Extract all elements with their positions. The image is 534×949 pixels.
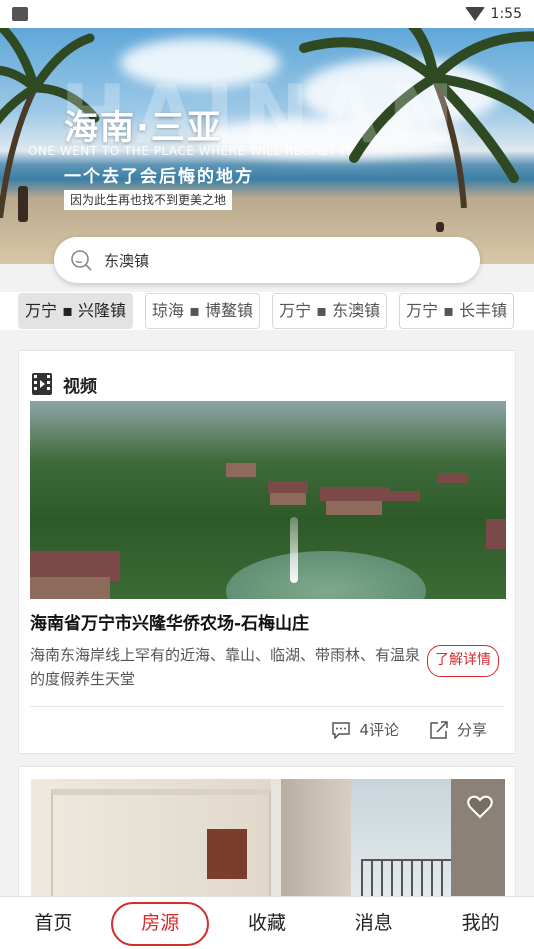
section-label: 视频: [63, 376, 97, 397]
tab-label: 首页: [34, 912, 73, 934]
tab-favorites[interactable]: 收藏: [214, 897, 321, 949]
active-tab-highlight: [111, 902, 210, 946]
share-label: 分享: [456, 721, 487, 739]
sim-card-icon: [12, 7, 28, 21]
wifi-icon: [464, 7, 485, 21]
search-icon: [71, 250, 92, 271]
film-icon: [32, 373, 52, 395]
beach-person: [18, 186, 28, 222]
hero-tagline: 因为此生再也找不到更美之地: [64, 190, 233, 210]
card-description: 海南东海岸线上罕有的近海、靠山、临湖、带雨林、有温泉的度假养生天堂: [30, 646, 421, 688]
comment-button[interactable]: 4评论: [331, 719, 399, 740]
tab-label: 消息: [354, 912, 393, 934]
status-bar: 1:55: [0, 0, 534, 28]
video-card: 视频 海南省万宁市兴隆华侨农场-石梅山庄 海南东海岸线上罕有的近海、靠山、临湖、…: [18, 350, 516, 754]
hero-banner[interactable]: HAINAN 海南·三亚 ONE WENT TO THE PLACE WHERE…: [0, 28, 534, 264]
bottom-tab-bar: 首页 房源 收藏 消息 我的: [0, 896, 534, 949]
video-thumbnail[interactable]: [30, 401, 506, 599]
chip-wanning-dongao[interactable]: 万宁 ▪ 东澳镇: [272, 293, 388, 329]
tab-profile[interactable]: 我的: [427, 897, 534, 949]
tab-label: 收藏: [247, 912, 286, 934]
tab-home[interactable]: 首页: [0, 897, 107, 949]
beach-person: [436, 222, 444, 232]
tab-listings[interactable]: 房源: [107, 897, 214, 949]
comment-count: 4评论: [359, 721, 399, 739]
search-input[interactable]: [104, 251, 404, 269]
share-button[interactable]: 分享: [429, 719, 487, 740]
card-title[interactable]: 海南省万宁市兴隆华侨农场-石梅山庄: [30, 609, 309, 634]
heart-icon[interactable]: [467, 795, 493, 819]
listing-image: [31, 779, 505, 905]
hero-subtitle: 一个去了会后悔的地方: [64, 167, 254, 187]
comment-icon: [332, 721, 351, 739]
hero-title: 海南·三亚: [64, 108, 223, 148]
region-chips: 万宁 ▪ 兴隆镇 琼海 ▪ 博鳌镇 万宁 ▪ 东澳镇 万宁 ▪ 长丰镇: [0, 292, 534, 330]
tab-label: 我的: [461, 912, 500, 934]
details-button[interactable]: 了解详情: [427, 645, 499, 677]
chip-qionghai-boao[interactable]: 琼海 ▪ 博鳌镇: [145, 293, 261, 329]
divider: [30, 706, 504, 707]
tab-messages[interactable]: 消息: [320, 897, 427, 949]
hero-english-caption: ONE WENT TO THE PLACE WHERE WILL REGRET …: [28, 144, 353, 158]
search-bar[interactable]: [54, 237, 480, 283]
share-icon: [430, 720, 448, 739]
listing-card[interactable]: [18, 766, 516, 906]
status-time: 1:55: [490, 6, 522, 22]
chip-wanning-changfeng[interactable]: 万宁 ▪ 长丰镇: [399, 293, 515, 329]
chip-wanning-xinglong[interactable]: 万宁 ▪ 兴隆镇: [18, 293, 134, 329]
